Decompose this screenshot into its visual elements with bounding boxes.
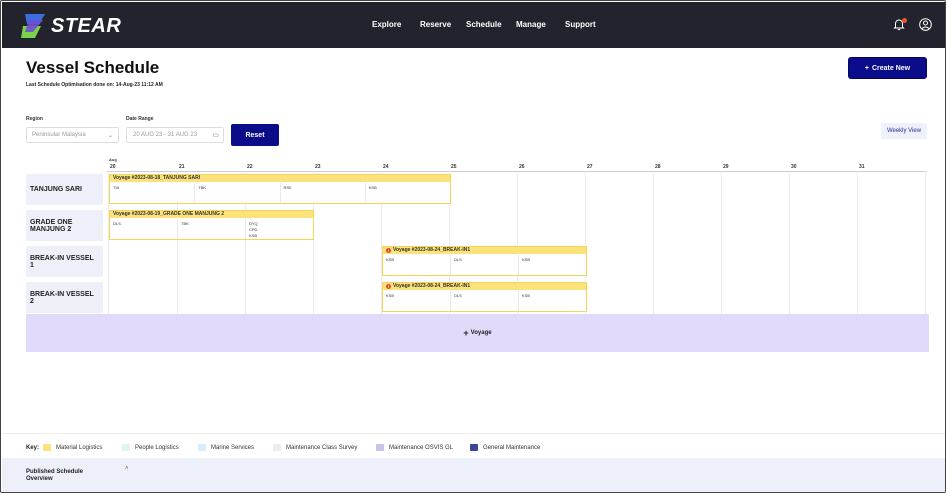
vessel-row-label[interactable]: BREAK-IN VESSEL 2 [26,282,103,313]
day-label: 24 [383,164,389,170]
port-stop: KSB [522,257,531,262]
legend-swatch [376,444,384,451]
port-stop: TBK [195,183,281,203]
port-stop: TIA [110,183,196,203]
published-schedule-panel[interactable]: Published Schedule Overview ˄ [2,458,945,492]
day-label: 28 [655,164,661,170]
voyage-header: ! Voyage #2023-08-24_BREAK-IN1 [383,247,586,254]
add-voyage-button[interactable]: + Voyage [26,314,929,352]
month-label: Aug [109,157,117,162]
day-label: 30 [791,164,797,170]
legend-swatch [470,444,478,451]
brand-name[interactable]: STEAR [51,15,121,38]
region-select[interactable]: Peninsular Malaysia ⌄ [26,127,119,143]
day-label: 20 [110,164,116,170]
nav-explore[interactable]: Explore [372,20,401,29]
voyage-card[interactable]: ! Voyage #2023-08-24_BREAK-IN1 KSB DLS K… [382,282,587,312]
voyage-title: Voyage #2023-08-19_GRADE ONE MANJUNG 2 [110,211,313,218]
grid-line [653,171,654,314]
vessel-row-label[interactable]: GRADE ONE MANJUNG 2 [26,210,103,241]
voyage-card[interactable]: ! Voyage #2023-08-24_BREAK-IN1 KSB DLS K… [382,246,587,276]
day-label: 27 [587,164,593,170]
port-stop: DLS [451,291,519,311]
reset-button[interactable]: Reset [231,124,279,146]
date-range-value: 20 AUG 23 - 31 AUG 23 [133,132,198,138]
legend-label: Marine Services [211,444,255,451]
legend-item: People Logistics [122,444,179,451]
weekly-view-button[interactable]: Weekly View [881,123,927,139]
stear-logo-icon[interactable] [19,12,49,40]
nav-schedule[interactable]: Schedule [466,20,502,29]
error-icon: ! [386,284,391,289]
legend-item: Marine Services [198,444,254,451]
legend-item: Material Logistics [43,444,102,451]
region-label: Region [26,116,43,122]
plus-icon: + [864,64,869,72]
legend-swatch [122,444,130,451]
port-stop: KSB [522,293,531,298]
day-label: 29 [723,164,729,170]
day-label: 26 [519,164,525,170]
day-label: 22 [247,164,253,170]
voyage-title: Voyage #2023-08-24_BREAK-IN1 [393,283,471,289]
voyage-card[interactable]: Voyage #2023-08-18_TANJUNG SARI TIA TBK … [109,174,451,204]
date-range-input[interactable]: 20 AUG 23 - 31 AUG 23 ▭ [126,127,224,143]
date-range-label: Date Range [126,116,154,122]
voyage-card[interactable]: Voyage #2023-08-19_GRADE ONE MANJUNG 2 D… [109,210,314,240]
top-navbar: STEAR Explore Reserve Schedule Manage Su… [2,2,945,48]
port-stop: KSB [368,185,377,190]
port-stop: DLS [451,255,519,275]
published-schedule-title: Published Schedule Overview [26,469,84,482]
day-label: 25 [451,164,457,170]
port-stop: KSB [383,291,451,311]
legend-item: Maintenance OSVIS GL [376,444,453,451]
chevron-up-icon[interactable]: ˄ [125,466,129,472]
legend-swatch [198,444,206,451]
key-label: Key: [26,445,40,451]
add-voyage-label: Voyage [470,330,492,336]
port-stop: DYQ CPD KSB [249,221,258,238]
voyage-header: ! Voyage #2023-08-24_BREAK-IN1 [383,283,586,290]
day-label: 23 [315,164,321,170]
legend-label: General Maintenance [483,444,541,451]
app-window: STEAR Explore Reserve Schedule Manage Su… [0,0,946,493]
legend-item: Maintenance Class Survey [273,444,357,451]
legend-swatch [43,444,51,451]
legend-swatch [273,444,281,451]
legend-item: General Maintenance [470,444,540,451]
vessel-row-label[interactable]: BREAK-IN VESSEL 1 [26,246,103,277]
legend-label: People Logistics [135,444,179,451]
nav-manage[interactable]: Manage [516,20,546,29]
legend-label: Material Logistics [56,444,103,451]
port-stop: TBK [178,219,246,239]
port-stop: RSK [281,183,366,203]
legend-label: Maintenance Class Survey [286,444,358,451]
optimisation-timestamp: Last Schedule Optimisation done on: 14-A… [26,82,163,88]
grid-line [721,171,722,314]
voyage-title: Voyage #2023-08-18_TANJUNG SARI [110,175,450,182]
divider [2,433,945,434]
region-value: Peninsular Malaysia [32,132,86,138]
port-stop: KSB [383,255,451,275]
nav-reserve[interactable]: Reserve [420,20,451,29]
grid-line [925,171,926,314]
day-label: 31 [859,164,865,170]
chevron-down-icon: ⌄ [107,133,113,139]
plus-icon: + [463,328,469,338]
port-stop: DLS [110,219,178,239]
create-new-label: Create New [871,64,911,72]
create-new-button[interactable]: + Create New [848,57,927,79]
nav-support[interactable]: Support [565,20,596,29]
voyage-title: Voyage #2023-08-24_BREAK-IN1 [393,247,471,253]
page-title: Vessel Schedule [26,58,160,77]
notification-dot [902,18,907,23]
grid-line [789,171,790,314]
legend-label: Maintenance OSVIS GL [389,444,454,451]
error-icon: ! [386,248,391,253]
user-profile-icon[interactable] [919,18,932,31]
grid-line [857,171,858,314]
calendar-icon: ▭ [212,132,219,139]
vessel-row-label[interactable]: TANJUNG SARI [26,174,103,205]
day-label: 21 [179,164,185,170]
